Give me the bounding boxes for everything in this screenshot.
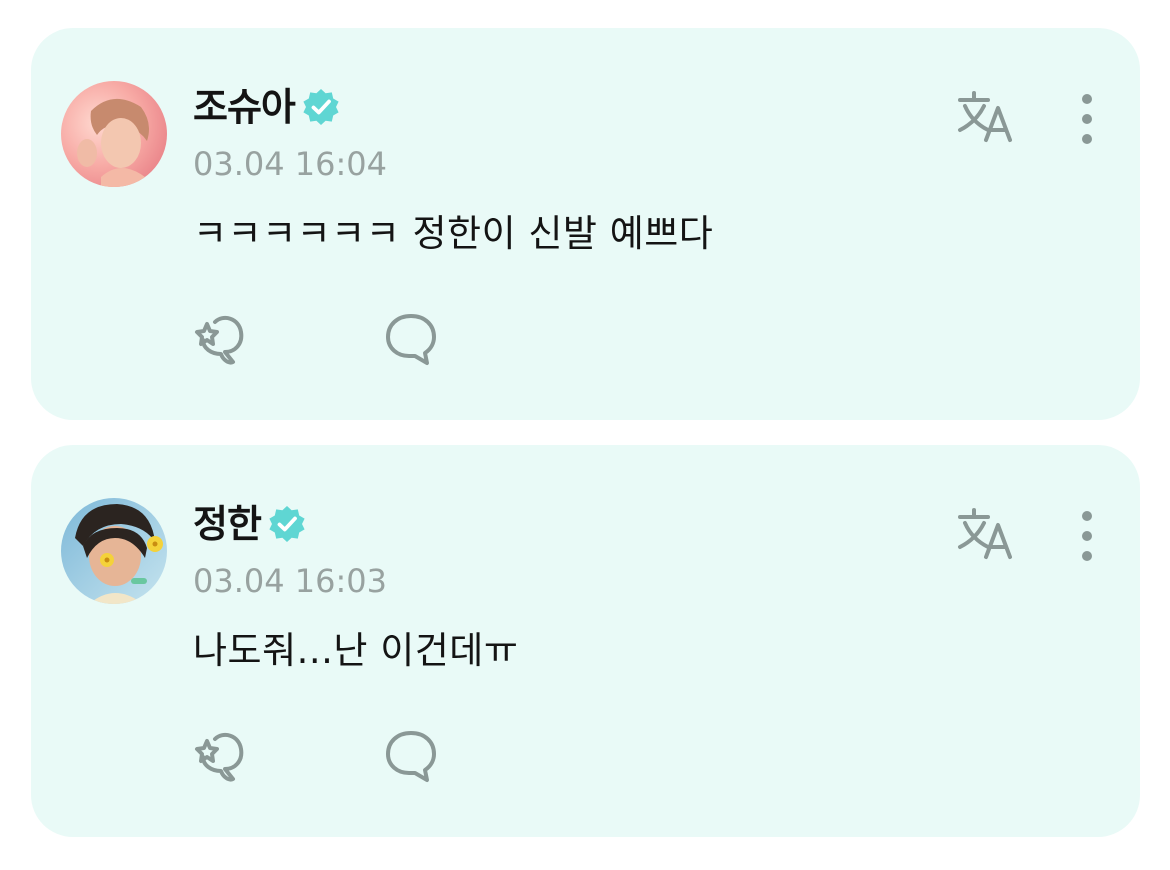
comment-card: 조슈아 03.04 16:04 ㅋㅋㅋㅋㅋㅋ 정한이 신발 예쁘다 xyxy=(31,28,1140,420)
author-row: 조슈아 xyxy=(193,84,341,130)
avatar[interactable] xyxy=(61,498,167,604)
more-options-icon[interactable] xyxy=(1071,509,1103,563)
verified-badge-icon xyxy=(267,504,307,544)
comment-card: 정한 03.04 16:03 나도줘...난 이건데ㅠ xyxy=(31,445,1140,837)
more-options-icon[interactable] xyxy=(1071,92,1103,146)
author-row: 정한 xyxy=(193,501,307,547)
comment-icon[interactable] xyxy=(383,312,439,366)
translate-icon[interactable] xyxy=(956,507,1020,561)
react-icon[interactable] xyxy=(193,312,249,366)
author-name[interactable]: 정한 xyxy=(193,501,262,547)
translate-icon[interactable] xyxy=(956,90,1020,144)
react-icon[interactable] xyxy=(193,729,249,783)
timestamp: 03.04 16:04 xyxy=(193,145,387,183)
timestamp: 03.04 16:03 xyxy=(193,562,387,600)
comment-text: ㅋㅋㅋㅋㅋㅋ 정한이 신발 예쁘다 xyxy=(193,212,714,255)
author-name[interactable]: 조슈아 xyxy=(193,84,296,130)
comment-icon[interactable] xyxy=(383,729,439,783)
comment-text: 나도줘...난 이건데ㅠ xyxy=(193,629,519,672)
comment-feed: 조슈아 03.04 16:04 ㅋㅋㅋㅋㅋㅋ 정한이 신발 예쁘다 정한 03.… xyxy=(0,0,1170,870)
avatar[interactable] xyxy=(61,81,167,187)
verified-badge-icon xyxy=(301,87,341,127)
avatar-photo-icon xyxy=(61,498,167,604)
avatar-photo-icon xyxy=(61,81,167,187)
